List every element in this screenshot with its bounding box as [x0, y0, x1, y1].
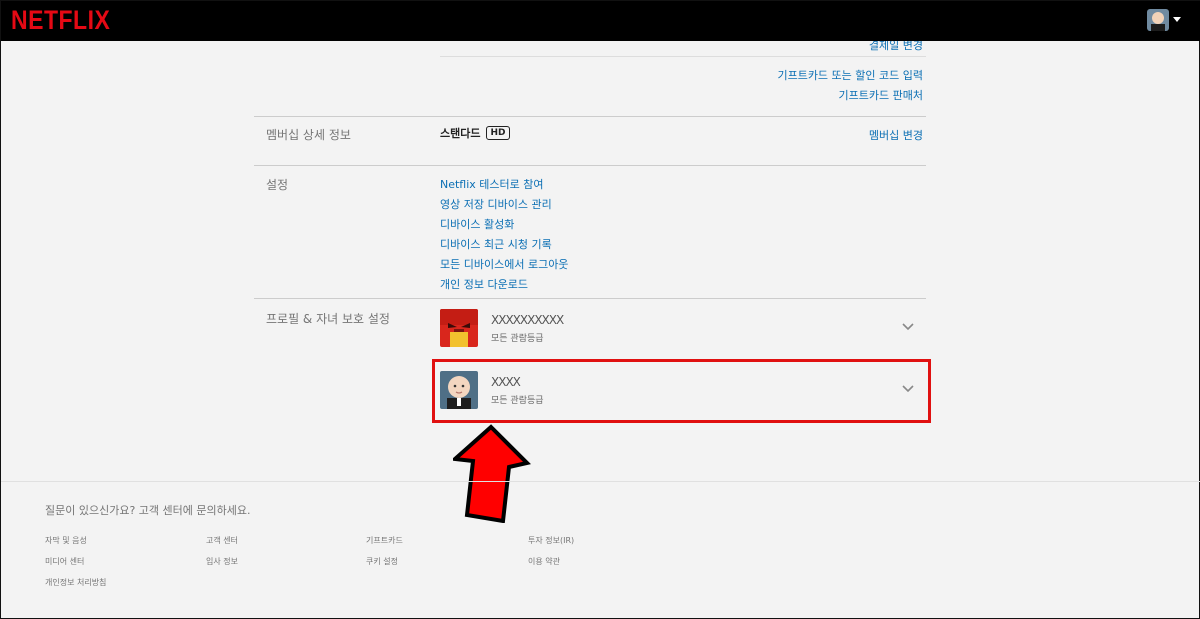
profile-name: XXXXXXXXXX	[491, 313, 564, 327]
profile-rating: 모든 관람등급	[491, 334, 544, 344]
top-bar: NETFLIX	[1, 1, 1200, 41]
settings-link-sign-out-all[interactable]: 모든 디바이스에서 로그아웃	[440, 256, 568, 272]
membership-label: 멤버십 상세 정보	[266, 128, 351, 142]
footer-link-terms[interactable]: 이용 약관	[528, 556, 560, 567]
footer-link-investor-relations[interactable]: 투자 정보(IR)	[528, 535, 574, 546]
divider	[254, 165, 926, 166]
plan-info: 스탠다드 HD	[440, 125, 510, 141]
hd-badge: HD	[486, 126, 510, 140]
footer-link-gift-cards[interactable]: 기프트카드	[366, 535, 403, 546]
profile-avatar-icon[interactable]	[1147, 9, 1169, 31]
divider	[440, 56, 926, 57]
gift-store-link[interactable]: 기프트카드 판매처	[839, 87, 923, 103]
footer-link-media-center[interactable]: 미디어 센터	[45, 556, 84, 567]
footer-divider	[1, 481, 1200, 482]
settings-link-test-participation[interactable]: Netflix 테스터로 참여	[440, 176, 544, 192]
footer-link-subtitles[interactable]: 자막 및 음성	[45, 535, 87, 546]
plan-name: 스탠다드	[440, 127, 481, 140]
settings-link-download-info[interactable]: 개인 정보 다운로드	[440, 276, 528, 292]
settings-label: 설정	[266, 178, 289, 192]
gift-code-link[interactable]: 기프트카드 또는 할인 코드 입력	[777, 67, 923, 83]
settings-link-recent-streaming[interactable]: 디바이스 최근 시청 기록	[440, 236, 552, 252]
netflix-logo[interactable]: NETFLIX	[11, 5, 110, 36]
highlight-box	[432, 359, 931, 423]
profiles-label: 프로필 & 자녀 보호 설정	[266, 312, 390, 326]
footer-question[interactable]: 질문이 있으신가요? 고객 센터에 문의하세요.	[45, 502, 250, 518]
chevron-down-icon[interactable]	[902, 323, 914, 331]
red-arrow-icon	[453, 424, 531, 523]
profile-row-1[interactable]: XXXXXXXXXX 모든 관람등급	[440, 309, 926, 353]
red-character-avatar-icon	[440, 309, 478, 347]
footer-link-help-center[interactable]: 고객 센터	[206, 535, 238, 546]
footer-link-privacy[interactable]: 개인정보 처리방침	[45, 577, 106, 588]
footer-link-cookie-settings[interactable]: 쿠키 설정	[366, 556, 398, 567]
settings-link-download-devices[interactable]: 영상 저장 디바이스 관리	[440, 196, 552, 212]
divider	[254, 116, 926, 117]
divider	[254, 298, 926, 299]
footer-link-jobs[interactable]: 입사 정보	[206, 556, 238, 567]
caret-down-icon[interactable]	[1173, 17, 1181, 22]
membership-change-link[interactable]: 멤버십 변경	[869, 127, 923, 143]
settings-link-activate-device[interactable]: 디바이스 활성화	[440, 216, 514, 232]
